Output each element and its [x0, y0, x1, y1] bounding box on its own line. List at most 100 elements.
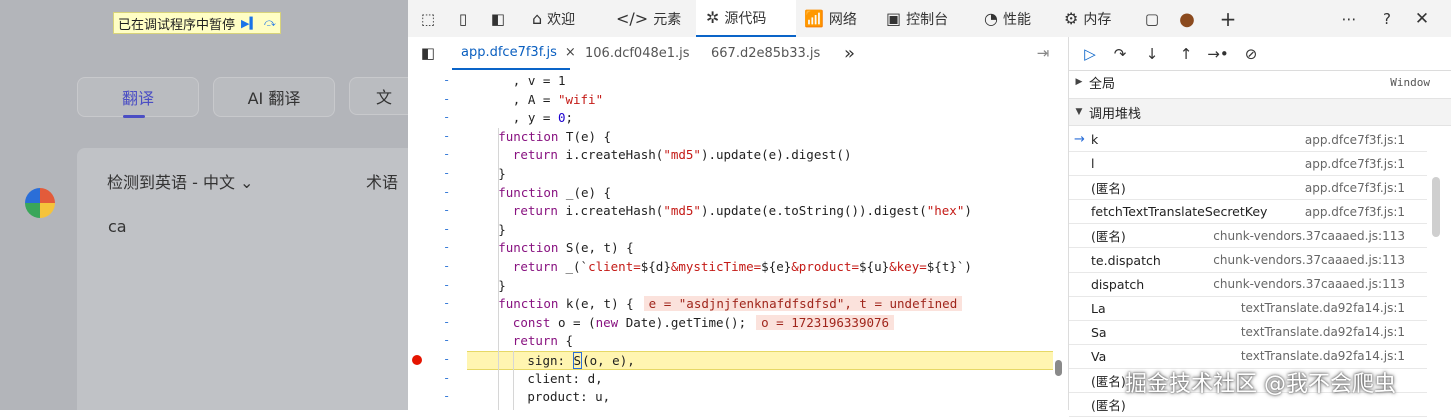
code-line[interactable]: , v = 1 — [467, 72, 1053, 91]
gutter-marker[interactable]: - — [443, 371, 453, 385]
gutter-marker[interactable]: - — [443, 185, 453, 199]
breakpoint-icon[interactable] — [412, 355, 422, 365]
step-over-button[interactable]: ↷ — [1109, 43, 1131, 65]
code-line[interactable]: return i.createHash("md5").update(e).dig… — [467, 146, 1053, 165]
file-tab-app[interactable]: app.dfce7f3f.js × — [452, 37, 576, 70]
step-button[interactable]: →• — [1207, 43, 1229, 65]
editor-scrollbar[interactable] — [1055, 360, 1062, 376]
gutter-marker[interactable]: - — [443, 352, 453, 366]
gutter-marker[interactable]: - — [443, 315, 453, 329]
gutter-marker[interactable]: - — [443, 147, 453, 161]
deactivate-breakpoints-button[interactable]: ⊘ — [1240, 43, 1262, 65]
call-stack-frame[interactable]: l app.dfce7f3f.js:1 — [1069, 152, 1427, 177]
code-line[interactable]: return i.createHash("md5").update(e.toSt… — [467, 202, 1053, 221]
gutter-marker[interactable]: - — [443, 240, 453, 254]
add-tab-icon[interactable]: + — [1217, 7, 1239, 31]
code-line[interactable]: function k(e, t) {e = "asdjnjfenknafdfsd… — [467, 295, 1053, 314]
resume-button[interactable]: ▷ — [1079, 43, 1101, 65]
close-tab-icon[interactable]: × — [565, 45, 576, 60]
language-detect-select[interactable]: 检测到英语 - 中文 ⌄ — [107, 169, 253, 193]
sidebar-scrollbar[interactable] — [1432, 177, 1440, 237]
gutter-marker[interactable]: - — [443, 73, 453, 87]
inspect-element-icon[interactable]: ⬚ — [417, 8, 439, 30]
code-line[interactable]: client: d, — [467, 370, 1053, 389]
frame-location-link[interactable]: textTranslate.da92fa14.js:1 — [1241, 349, 1405, 363]
code-line[interactable]: function _(e) { — [467, 184, 1053, 203]
gutter-marker[interactable]: - — [443, 389, 453, 403]
code-line[interactable]: } — [467, 165, 1053, 184]
cookie-icon[interactable]: ● — [1176, 8, 1198, 30]
gutter-marker[interactable]: - — [443, 222, 453, 236]
step-over-icon[interactable]: ⤼ — [264, 16, 276, 30]
code-line[interactable]: } — [467, 277, 1053, 296]
tab-translate[interactable]: 翻译 — [77, 77, 199, 118]
paused-code-line[interactable]: sign: S(o, e), — [467, 351, 1053, 370]
call-stack-frame[interactable]: → k app.dfce7f3f.js:1 — [1069, 128, 1427, 152]
toggle-navigator-icon[interactable]: ◧ — [417, 42, 439, 64]
code-line[interactable]: , A = "wifi" — [467, 91, 1053, 110]
frame-location-link[interactable]: app.dfce7f3f.js:1 — [1305, 133, 1405, 147]
frame-location-link[interactable]: app.dfce7f3f.js:1 — [1305, 181, 1405, 195]
gutter-marker[interactable]: - — [443, 296, 453, 310]
frame-location-link[interactable]: chunk-vendors.37caaaed.js:113 — [1213, 253, 1405, 267]
frame-location-link[interactable]: chunk-vendors.37caaaed.js:113 — [1213, 229, 1405, 243]
code-editor[interactable]: -, v = 1-, A = "wifi" -, y = 0; - function … — [408, 70, 1068, 410]
frame-location-link[interactable]: chunk-vendors.37caaaed.js:113 — [1213, 277, 1405, 291]
help-icon[interactable]: ? — [1376, 8, 1398, 30]
toggle-debugger-icon[interactable]: ⇥ — [1032, 42, 1054, 64]
code-line[interactable]: return _(`client=${d}&mysticTime=${e}&pr… — [467, 258, 1053, 277]
file-tab-667[interactable]: 667.d2e85b33.js — [711, 37, 820, 70]
call-stack-frame[interactable]: (匿名) app.dfce7f3f.js:1 — [1069, 176, 1427, 201]
tab-welcome[interactable]: ⌂ 欢迎 — [532, 0, 602, 37]
frame-location-link[interactable]: app.dfce7f3f.js:1 — [1305, 157, 1405, 171]
tab-network[interactable]: 📶 网络 — [804, 0, 874, 37]
call-stack-frame[interactable]: La textTranslate.da92fa14.js:1 — [1069, 297, 1427, 321]
call-stack-header[interactable]: ▼ 调用堆栈 — [1069, 98, 1451, 126]
frame-location-link[interactable]: app.dfce7f3f.js:1 — [1305, 205, 1405, 219]
gutter-marker[interactable]: - — [443, 278, 453, 292]
code-line[interactable]: function S(e, t) { — [467, 239, 1053, 258]
gutter-marker[interactable]: - — [443, 92, 453, 106]
device-emulation-icon[interactable]: ▯ — [452, 8, 474, 30]
close-icon[interactable]: ✕ — [1411, 8, 1433, 30]
code-line[interactable]: const o = (new Date).getTime(); o = 17231… — [467, 314, 1053, 333]
gutter-marker[interactable]: - — [443, 259, 453, 273]
call-stack-frame[interactable]: te.dispatch chunk-vendors.37caaaed.js:113 — [1069, 249, 1427, 273]
toggle-panel-icon[interactable]: ◧ — [487, 8, 509, 30]
tab-performance[interactable]: ◔ 性能 — [984, 0, 1054, 37]
code-token: { — [557, 333, 574, 349]
code-line[interactable]: function T(e) { — [467, 128, 1053, 147]
global-scope-row[interactable]: ▶ 全局 Window — [1069, 70, 1451, 94]
frame-location-link[interactable]: textTranslate.da92fa14.js:1 — [1241, 301, 1405, 315]
call-stack-frame[interactable]: Sa textTranslate.da92fa14.js:1 — [1069, 321, 1427, 345]
frame-location-link[interactable]: textTranslate.da92fa14.js:1 — [1241, 325, 1405, 339]
gutter-marker[interactable]: - — [443, 333, 453, 347]
gutter-marker[interactable]: - — [443, 166, 453, 180]
code-line[interactable]: product: u, — [467, 388, 1053, 407]
call-stack-frame[interactable]: (匿名) chunk-vendors.37caaaed.js:113 — [1069, 224, 1427, 249]
gutter-marker[interactable]: - — [443, 203, 453, 217]
file-tab-106[interactable]: 106.dcf048e1.js — [585, 37, 690, 70]
step-out-button[interactable]: ↑ — [1175, 43, 1197, 65]
gutter-marker[interactable]: - — [443, 110, 453, 124]
code-line[interactable]: , y = 0; — [467, 109, 1053, 128]
tab-document[interactable]: 文 — [349, 77, 408, 115]
step-into-button[interactable]: ↓ — [1141, 43, 1163, 65]
tab-sources[interactable]: ✲ 源代码 — [696, 0, 796, 37]
gutter-marker[interactable]: - — [443, 129, 453, 143]
tab-ai-translate[interactable]: AI 翻译 — [213, 77, 335, 117]
tab-console[interactable]: ▣ 控制台 — [886, 0, 966, 37]
resume-icon[interactable]: ▶▍ — [241, 17, 258, 30]
tab-elements[interactable]: </> 元素 — [616, 0, 690, 37]
call-stack-frame[interactable]: dispatch chunk-vendors.37caaaed.js:113 — [1069, 273, 1427, 297]
code-line[interactable]: return { — [467, 332, 1053, 351]
more-options-icon[interactable]: ⋯ — [1338, 8, 1360, 30]
application-icon[interactable]: ▢ — [1141, 8, 1163, 30]
bug-icon: ✲ — [706, 8, 720, 27]
more-tabs-icon[interactable]: » — [844, 37, 855, 70]
tab-memory[interactable]: ⚙ 内存 — [1064, 0, 1134, 37]
source-text-input[interactable]: ca — [108, 217, 127, 236]
call-stack-frame[interactable]: fetchTextTranslateSecretKey app.dfce7f3f.… — [1069, 200, 1427, 225]
code-line[interactable]: } — [467, 221, 1053, 240]
terminology-label[interactable]: 术语 — [366, 169, 398, 193]
